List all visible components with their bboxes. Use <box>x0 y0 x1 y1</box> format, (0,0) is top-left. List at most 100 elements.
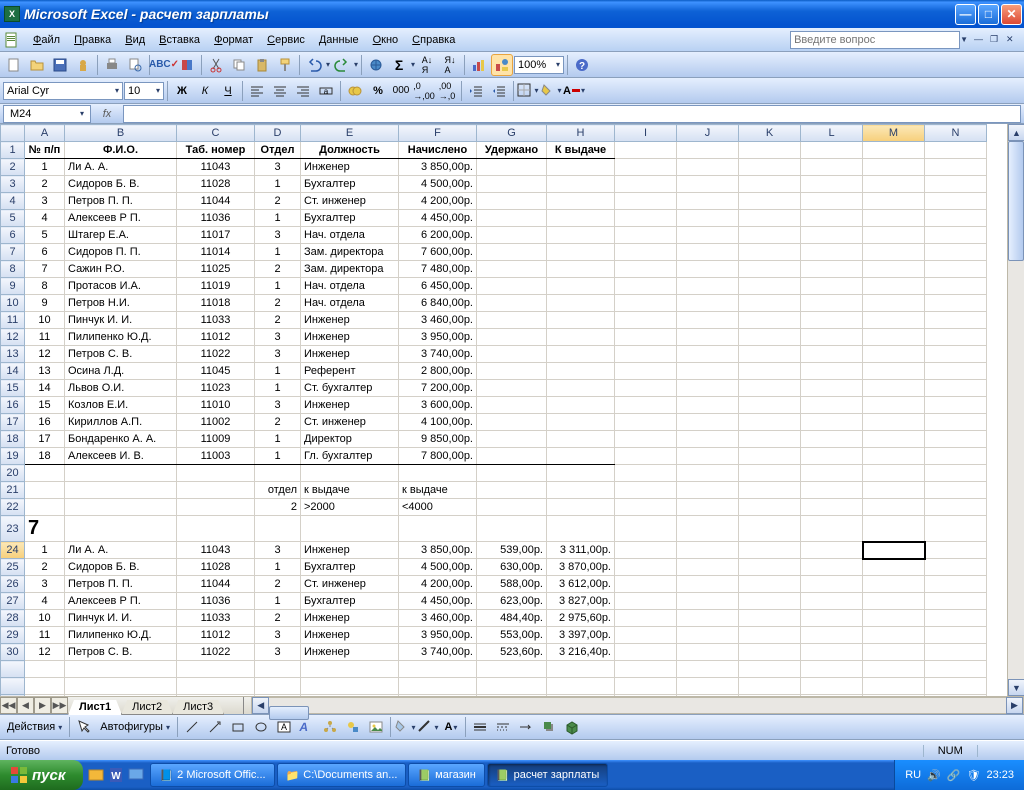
redo-button[interactable] <box>331 54 353 76</box>
hscroll-thumb[interactable] <box>269 706 309 720</box>
row-header[interactable]: 16 <box>1 397 25 414</box>
scroll-left-button[interactable]: ◀ <box>252 697 269 714</box>
undo-button[interactable] <box>303 54 325 76</box>
vscroll-thumb[interactable] <box>1008 141 1024 261</box>
print-button[interactable] <box>101 54 123 76</box>
fx-button[interactable]: fx <box>97 108 117 120</box>
increase-decimal-button[interactable]: ,0→,00 <box>413 80 435 102</box>
taskbar-item[interactable]: 📗расчет зарплаты <box>487 763 608 787</box>
col-header-N[interactable]: N <box>925 125 987 142</box>
menu-Файл[interactable]: Файл <box>26 32 67 48</box>
menu-Данные[interactable]: Данные <box>312 32 366 48</box>
font-size-combo[interactable]: 10▾ <box>124 82 164 100</box>
tray-clock[interactable]: 23:23 <box>986 769 1014 781</box>
row-header[interactable]: 10 <box>1 295 25 312</box>
zoom-combo[interactable]: 100%▾ <box>514 56 564 74</box>
col-header-L[interactable]: L <box>801 125 863 142</box>
3d-button[interactable] <box>561 716 583 738</box>
col-header-J[interactable]: J <box>677 125 739 142</box>
spelling-button[interactable]: ABC✓ <box>153 54 175 76</box>
arrow-style-button[interactable] <box>515 716 537 738</box>
language-indicator[interactable]: RU <box>905 769 921 781</box>
percent-button[interactable]: % <box>367 80 389 102</box>
window-close-button[interactable]: ✕ <box>1001 4 1022 25</box>
tray-network-icon[interactable]: 🔗 <box>947 769 961 782</box>
tab-nav-last-button[interactable]: ▶▶ <box>51 697 68 714</box>
merge-center-button[interactable]: a <box>315 80 337 102</box>
menu-Правка[interactable]: Правка <box>67 32 118 48</box>
decrease-decimal-button[interactable]: ,00→,0 <box>436 80 458 102</box>
menu-Вид[interactable]: Вид <box>118 32 152 48</box>
taskbar-item[interactable]: 📗магазин <box>408 763 484 787</box>
new-button[interactable] <box>3 54 25 76</box>
name-box[interactable]: M24▾ <box>3 105 91 123</box>
scroll-up-button[interactable]: ▲ <box>1008 124 1024 141</box>
scroll-down-button[interactable]: ▼ <box>1008 679 1024 696</box>
menu-Окно[interactable]: Окно <box>366 32 406 48</box>
start-button[interactable]: пуск <box>0 760 83 790</box>
taskbar-item[interactable]: 📁C:\Documents an... <box>277 763 407 787</box>
col-header-B[interactable]: B <box>65 125 177 142</box>
menu-Вставка[interactable]: Вставка <box>152 32 207 48</box>
row-header[interactable]: 11 <box>1 312 25 329</box>
row-header[interactable]: 12 <box>1 329 25 346</box>
comma-button[interactable]: 000 <box>390 80 412 102</box>
window-minimize-button[interactable]: — <box>955 4 976 25</box>
permission-button[interactable] <box>72 54 94 76</box>
increase-indent-button[interactable] <box>488 80 510 102</box>
hyperlink-button[interactable] <box>365 54 387 76</box>
clipart-button[interactable] <box>342 716 364 738</box>
font-color-button[interactable]: A▾ <box>563 80 585 102</box>
research-button[interactable] <box>176 54 198 76</box>
row-header[interactable]: 5 <box>1 210 25 227</box>
question-dropdown-icon[interactable]: ▼ <box>960 35 968 44</box>
align-left-button[interactable] <box>246 80 268 102</box>
col-header-E[interactable]: E <box>301 125 399 142</box>
autosum-dropdown-icon[interactable]: ▾ <box>411 60 415 69</box>
row-header[interactable]: 28 <box>1 610 25 627</box>
worksheet-grid[interactable]: ABCDEFGHIJKLMN1№ п/пФ.И.О.Таб. номерОтде… <box>0 124 1024 696</box>
row-header[interactable]: 18 <box>1 431 25 448</box>
arrow-tool-button[interactable] <box>204 716 226 738</box>
font-color-draw-button[interactable]: A▾ <box>440 716 462 738</box>
row-header[interactable]: 29 <box>1 627 25 644</box>
col-header-G[interactable]: G <box>477 125 547 142</box>
currency-button[interactable] <box>344 80 366 102</box>
autosum-button[interactable]: Σ <box>388 54 410 76</box>
col-header-D[interactable]: D <box>255 125 301 142</box>
col-header-C[interactable]: C <box>177 125 255 142</box>
formula-input[interactable] <box>123 105 1021 123</box>
row-header[interactable]: 30 <box>1 644 25 661</box>
chart-wizard-button[interactable] <box>468 54 490 76</box>
select-objects-button[interactable] <box>73 716 95 738</box>
fill-color-button[interactable]: ▾ <box>540 80 562 102</box>
row-header[interactable]: 2 <box>1 159 25 176</box>
paste-button[interactable] <box>251 54 273 76</box>
window-maximize-button[interactable]: □ <box>978 4 999 25</box>
draw-actions-menu[interactable]: Действия ▾ <box>3 721 66 733</box>
format-painter-button[interactable] <box>274 54 296 76</box>
col-header-I[interactable]: I <box>615 125 677 142</box>
sheet-tab-Лист2[interactable]: Лист2 <box>121 700 173 715</box>
insert-picture-button[interactable] <box>365 716 387 738</box>
row-header[interactable]: 19 <box>1 448 25 465</box>
help-question-input[interactable] <box>790 31 960 49</box>
line-color-button[interactable]: ▾ <box>417 716 439 738</box>
shadow-button[interactable] <box>538 716 560 738</box>
col-header-M[interactable]: M <box>863 125 925 142</box>
row-header[interactable]: 7 <box>1 244 25 261</box>
help-button[interactable]: ? <box>571 54 593 76</box>
select-all-corner[interactable] <box>1 125 25 142</box>
taskbar-item[interactable]: 📘2 Microsoft Offic... <box>150 763 274 787</box>
scroll-right-button[interactable]: ▶ <box>1006 697 1023 714</box>
tray-shield-icon[interactable]: 🛡 <box>967 769 981 782</box>
copy-button[interactable] <box>228 54 250 76</box>
print-preview-button[interactable] <box>124 54 146 76</box>
borders-button[interactable]: ▾ <box>517 80 539 102</box>
sort-asc-button[interactable]: А↓Я <box>416 54 438 76</box>
vertical-scrollbar[interactable]: ▲ ▼ <box>1007 124 1024 696</box>
decrease-indent-button[interactable] <box>465 80 487 102</box>
drawing-toggle-button[interactable] <box>491 54 513 76</box>
row-header[interactable]: 1 <box>1 142 25 159</box>
font-name-combo[interactable]: Arial Cyr▾ <box>3 82 123 100</box>
